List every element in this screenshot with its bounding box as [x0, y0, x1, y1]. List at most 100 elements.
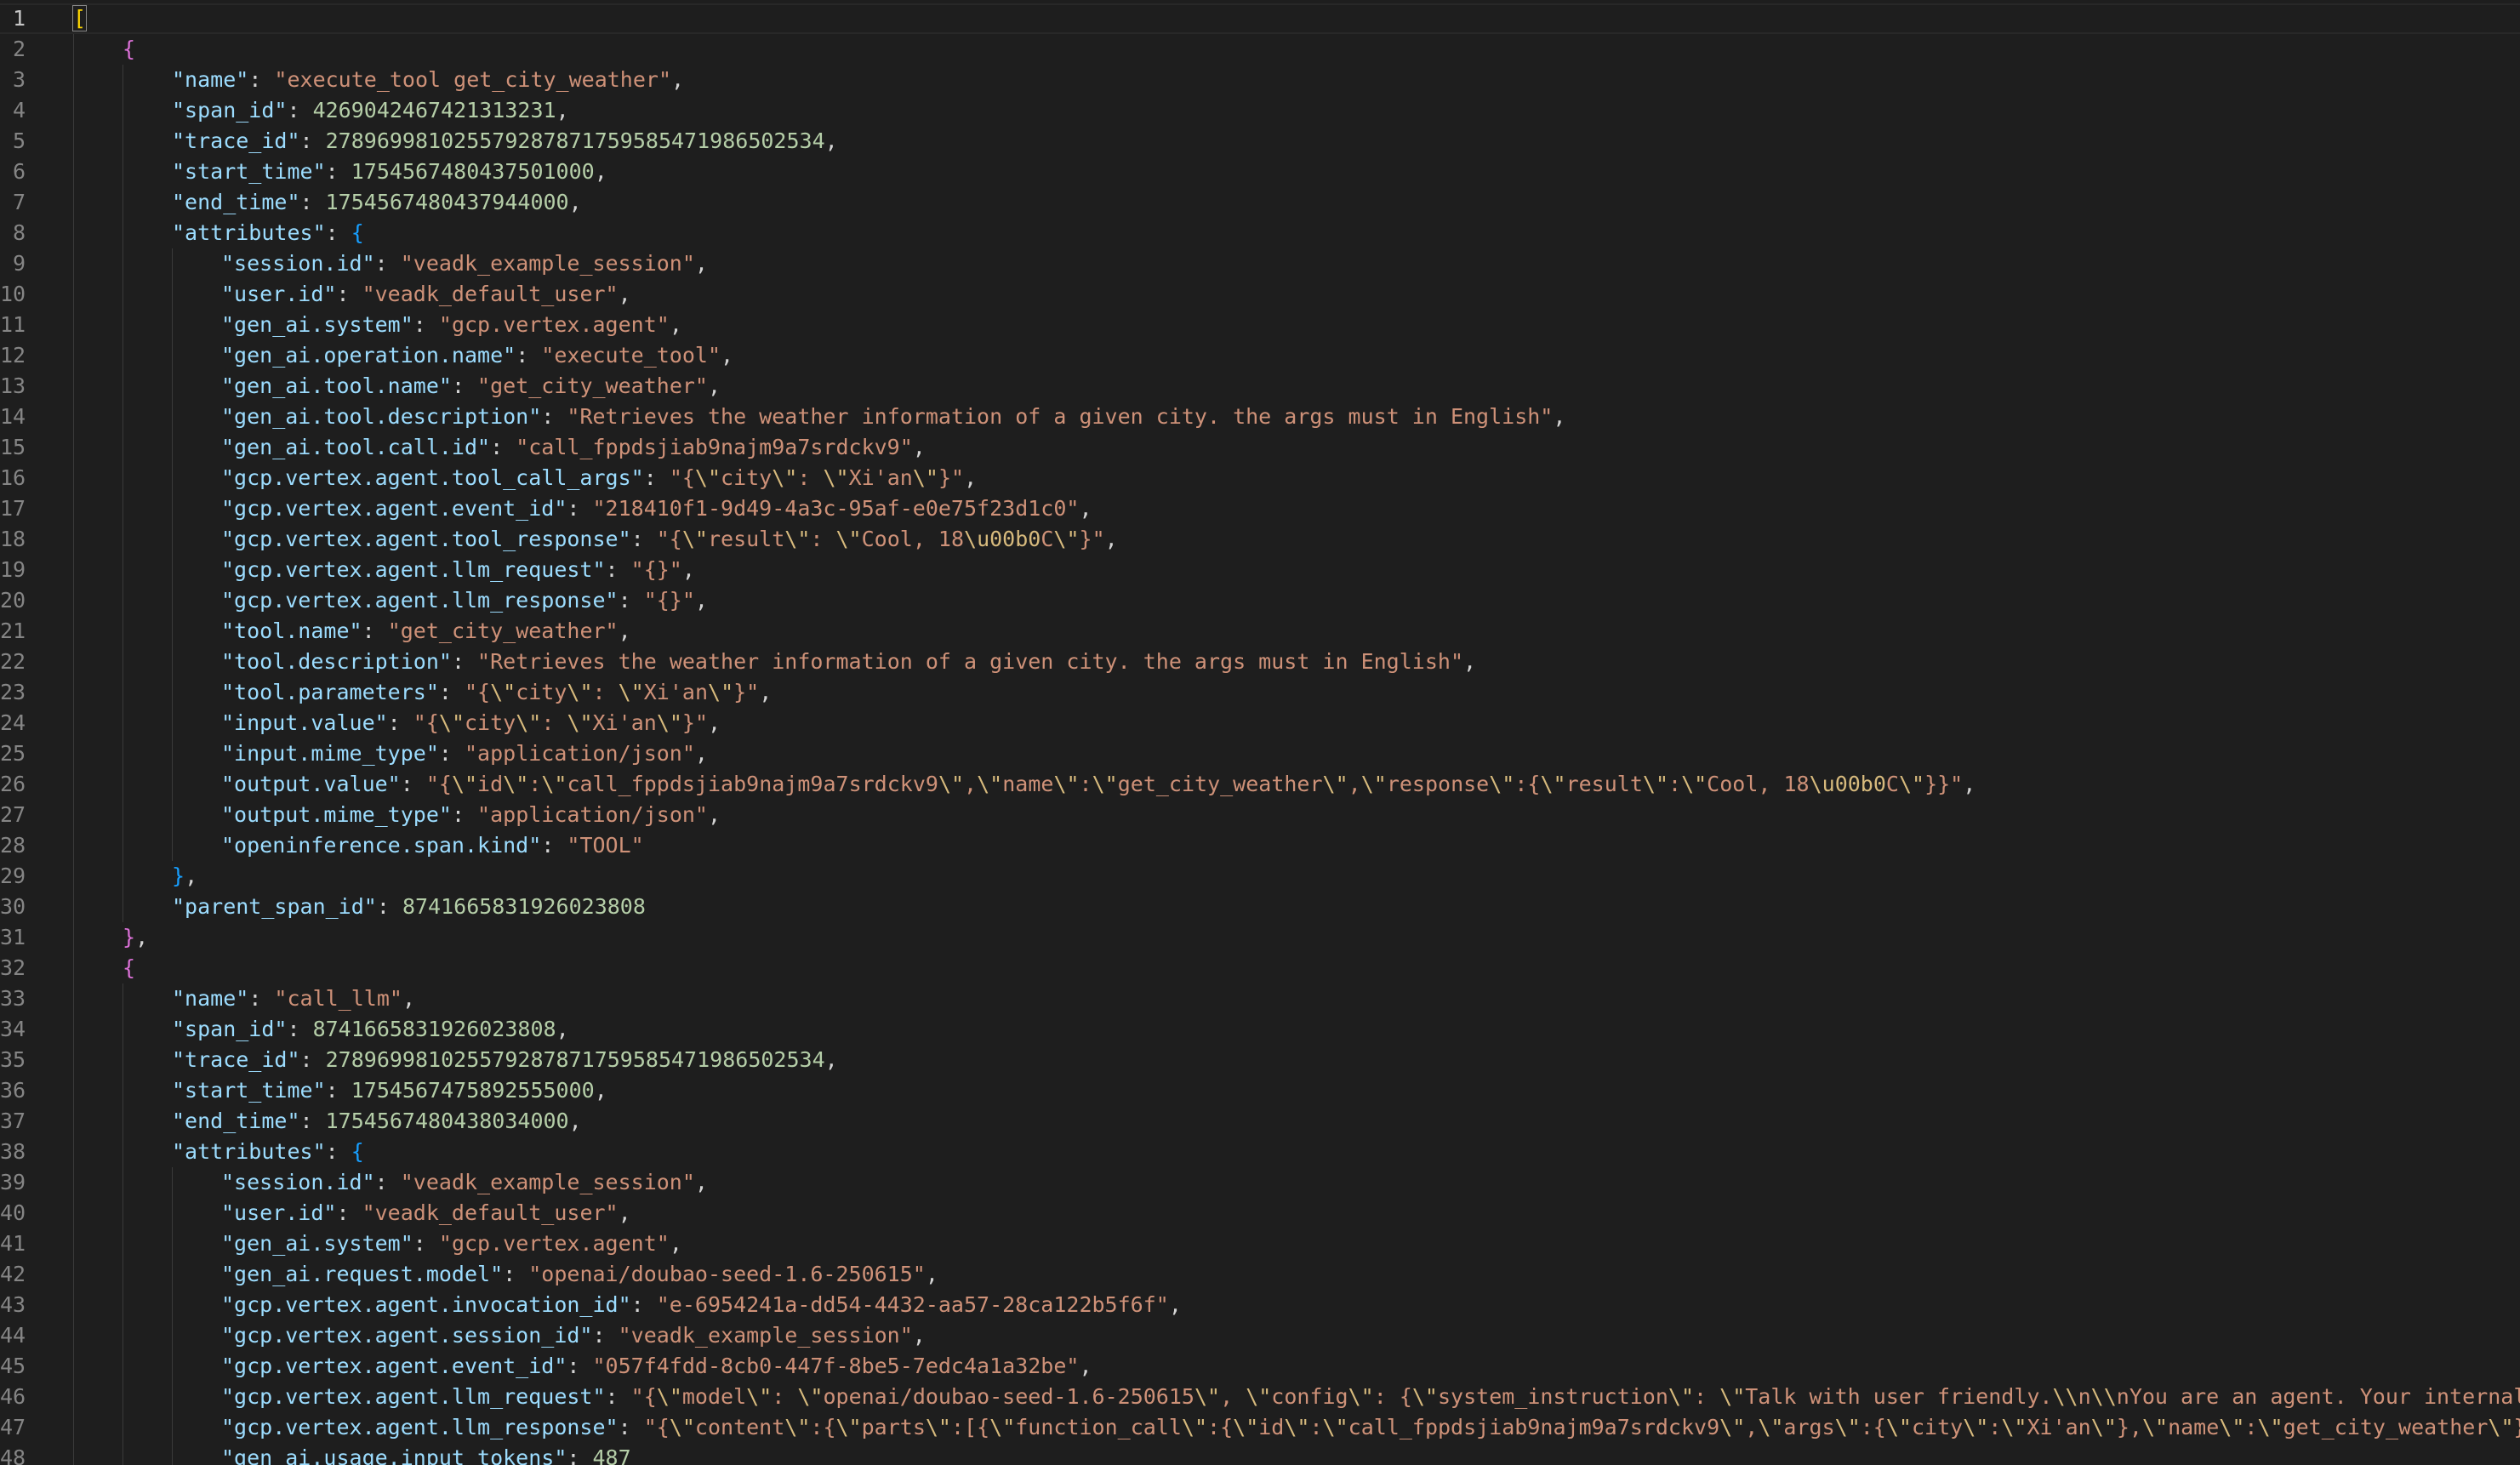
code-text[interactable]: "gcp.vertex.agent.llm_response": "{}", — [221, 585, 708, 616]
code-text[interactable]: "trace_id": 2789699810255792878717595854… — [172, 126, 838, 157]
code-text[interactable]: "start_time": 1754567475892555000, — [172, 1075, 607, 1106]
code-text[interactable]: }, — [172, 861, 197, 892]
code-line[interactable]: 14 "gen_ai.tool.description": "Retrieves … — [0, 402, 2520, 432]
code-text[interactable]: "gen_ai.system": "gcp.vertex.agent", — [221, 310, 682, 340]
code-line[interactable]: 2{ — [0, 34, 2520, 65]
code-line[interactable]: 19 "gcp.vertex.agent.llm_request": "{}", — [0, 555, 2520, 585]
code-line[interactable]: 17 "gcp.vertex.agent.event_id": "218410f1… — [0, 493, 2520, 524]
code-text[interactable]: "attributes": { — [172, 1137, 364, 1167]
code-token: : — [1694, 1384, 1720, 1409]
code-token: 4269042467421313231 — [312, 98, 556, 123]
code-line[interactable]: 13 "gen_ai.tool.name": "get_city_weather"… — [0, 371, 2520, 402]
code-line[interactable]: 32 { — [0, 953, 2520, 983]
code-line[interactable]: 37 "end_time": 1754567480438034000, — [0, 1106, 2520, 1137]
code-text[interactable]: "gen_ai.system": "gcp.vertex.agent", — [221, 1228, 682, 1259]
code-line[interactable]: 20 "gcp.vertex.agent.llm_response": "{}", — [0, 585, 2520, 616]
code-text[interactable]: "gen_ai.tool.call.id": "call_fppdsjiab9n… — [221, 432, 926, 463]
code-line[interactable]: 12 "gen_ai.operation.name": "execute_tool… — [0, 340, 2520, 371]
code-line[interactable]: 21 "tool.name": "get_city_weather", — [0, 616, 2520, 647]
code-text[interactable]: "tool.name": "get_city_weather", — [221, 616, 631, 647]
code-text[interactable]: "gen_ai.request.model": "openai/doubao-s… — [221, 1259, 938, 1290]
code-text[interactable]: "tool.description": "Retrieves the weath… — [221, 647, 1476, 677]
code-text[interactable]: "gcp.vertex.agent.tool_call_args": "{\"c… — [221, 463, 977, 493]
code-text[interactable]: "trace_id": 2789699810255792878717595854… — [172, 1045, 838, 1075]
code-text[interactable]: "gcp.vertex.agent.llm_request": "{}", — [221, 555, 695, 585]
code-line[interactable]: 41 "gen_ai.system": "gcp.vertex.agent", — [0, 1228, 2520, 1259]
code-text[interactable]: "gen_ai.operation.name": "execute_tool", — [221, 340, 733, 371]
code-line[interactable]: 16 "gcp.vertex.agent.tool_call_args": "{\… — [0, 463, 2520, 493]
code-text[interactable]: "session.id": "veadk_example_session", — [221, 248, 708, 279]
code-text[interactable]: "user.id": "veadk_default_user", — [221, 279, 631, 310]
code-line[interactable]: 34 "span_id": 8741665831926023808, — [0, 1014, 2520, 1045]
code-line[interactable]: 6 "start_time": 1754567480437501000, — [0, 157, 2520, 187]
code-text[interactable]: "start_time": 1754567480437501000, — [172, 157, 607, 187]
code-line[interactable]: 27 "output.mime_type": "application/json"… — [0, 800, 2520, 830]
code-text[interactable]: "span_id": 4269042467421313231, — [172, 95, 569, 126]
code-line[interactable]: 24 "input.value": "{\"city\": \"Xi'an\"}"… — [0, 708, 2520, 738]
code-text[interactable]: "name": "execute_tool get_city_weather", — [172, 65, 684, 95]
code-line[interactable]: 29}, — [0, 861, 2520, 892]
code-text[interactable]: "gcp.vertex.agent.session_id": "veadk_ex… — [221, 1320, 926, 1351]
code-text[interactable]: "end_time": 1754567480437944000, — [172, 187, 582, 218]
code-line[interactable]: 15 "gen_ai.tool.call.id": "call_fppdsjiab… — [0, 432, 2520, 463]
code-text[interactable]: "gen_ai.usage.input_tokens": 487 — [221, 1443, 631, 1465]
code-line[interactable]: 42 "gen_ai.request.model": "openai/doubao… — [0, 1259, 2520, 1290]
code-text[interactable]: { — [123, 953, 135, 983]
code-text[interactable]: "gcp.vertex.agent.llm_response": "{\"con… — [221, 1412, 2520, 1443]
code-text[interactable]: "end_time": 1754567480438034000, — [172, 1106, 582, 1137]
code-text[interactable]: "gcp.vertex.agent.tool_response": "{\"re… — [221, 524, 1118, 555]
code-line[interactable]: 3 "name": "execute_tool get_city_weather"… — [0, 65, 2520, 95]
code-line[interactable]: 10 "user.id": "veadk_default_user", — [0, 279, 2520, 310]
code-text[interactable]: "gcp.vertex.agent.invocation_id": "e-695… — [221, 1290, 1182, 1320]
code-line[interactable]: 30 "parent_span_id": 8741665831926023808 — [0, 892, 2520, 922]
code-line[interactable]: 26 "output.value": "{\"id\":\"call_fppdsj… — [0, 769, 2520, 800]
code-line[interactable]: 36 "start_time": 1754567475892555000, — [0, 1075, 2520, 1106]
code-line[interactable]: 18 "gcp.vertex.agent.tool_response": "{\"… — [0, 524, 2520, 555]
code-line[interactable]: 7 "end_time": 1754567480437944000, — [0, 187, 2520, 218]
code-line[interactable]: 43 "gcp.vertex.agent.invocation_id": "e-6… — [0, 1290, 2520, 1320]
code-text[interactable]: "tool.parameters": "{\"city\": \"Xi'an\"… — [221, 677, 772, 708]
code-line[interactable]: 47 "gcp.vertex.agent.llm_response": "{\"c… — [0, 1412, 2520, 1443]
code-line[interactable]: 25 "input.mime_type": "application/json", — [0, 738, 2520, 769]
code-text[interactable]: "output.value": "{\"id\":\"call_fppdsjia… — [221, 769, 1976, 800]
code-text[interactable]: [ — [71, 3, 88, 34]
code-text[interactable]: "openinference.span.kind": "TOOL" — [221, 830, 644, 861]
code-token: : — [299, 1109, 326, 1133]
code-text[interactable]: "gcp.vertex.agent.event_id": "057f4fdd-8… — [221, 1351, 1092, 1382]
code-text[interactable]: }, — [123, 922, 148, 953]
code-line[interactable]: 4 "span_id": 4269042467421313231, — [0, 95, 2520, 126]
code-text[interactable]: "input.value": "{\"city\": \"Xi'an\"}", — [221, 708, 721, 738]
code-line[interactable]: 48 "gen_ai.usage.input_tokens": 487 — [0, 1443, 2520, 1465]
code-text[interactable]: "gen_ai.tool.name": "get_city_weather", — [221, 371, 721, 402]
code-text[interactable]: "gcp.vertex.agent.llm_request": "{\"mode… — [221, 1382, 2520, 1412]
code-line[interactable]: 40 "user.id": "veadk_default_user", — [0, 1198, 2520, 1228]
code-text[interactable]: "session.id": "veadk_example_session", — [221, 1167, 708, 1198]
code-line[interactable]: 33 "name": "call_llm", — [0, 983, 2520, 1014]
code-line[interactable]: 8 "attributes": { — [0, 218, 2520, 248]
code-line[interactable]: 38 "attributes": { — [0, 1137, 2520, 1167]
code-line[interactable]: 46 "gcp.vertex.agent.llm_request": "{\"mo… — [0, 1382, 2520, 1412]
code-text[interactable]: "parent_span_id": 8741665831926023808 — [172, 892, 646, 922]
code-line[interactable]: 1[ — [0, 3, 2520, 34]
code-text[interactable]: "gen_ai.tool.description": "Retrieves th… — [221, 402, 1565, 432]
code-line[interactable]: 45 "gcp.vertex.agent.event_id": "057f4fdd… — [0, 1351, 2520, 1382]
code-line[interactable]: 23 "tool.parameters": "{\"city\": \"Xi'an… — [0, 677, 2520, 708]
code-text[interactable]: "name": "call_llm", — [172, 983, 415, 1014]
code-editor[interactable]: 1[2{3 "name": "execute_tool get_city_weat… — [0, 0, 2520, 1465]
code-line[interactable]: 22 "tool.description": "Retrieves the wea… — [0, 647, 2520, 677]
code-line[interactable]: 31}, — [0, 922, 2520, 953]
code-text[interactable]: "span_id": 8741665831926023808, — [172, 1014, 569, 1045]
code-line[interactable]: 11 "gen_ai.system": "gcp.vertex.agent", — [0, 310, 2520, 340]
code-text[interactable]: { — [123, 34, 135, 65]
code-line[interactable]: 5 "trace_id": 278969981025579287871759585… — [0, 126, 2520, 157]
code-text[interactable]: "gcp.vertex.agent.event_id": "218410f1-9… — [221, 493, 1092, 524]
code-text[interactable]: "output.mime_type": "application/json", — [221, 800, 721, 830]
code-line[interactable]: 28 "openinference.span.kind": "TOOL" — [0, 830, 2520, 861]
code-line[interactable]: 44 "gcp.vertex.agent.session_id": "veadk_… — [0, 1320, 2520, 1351]
code-line[interactable]: 39 "session.id": "veadk_example_session", — [0, 1167, 2520, 1198]
code-text[interactable]: "attributes": { — [172, 218, 364, 248]
code-line[interactable]: 35 "trace_id": 27896998102557928787175958… — [0, 1045, 2520, 1075]
code-text[interactable]: "user.id": "veadk_default_user", — [221, 1198, 631, 1228]
code-line[interactable]: 9 "session.id": "veadk_example_session", — [0, 248, 2520, 279]
code-text[interactable]: "input.mime_type": "application/json", — [221, 738, 708, 769]
